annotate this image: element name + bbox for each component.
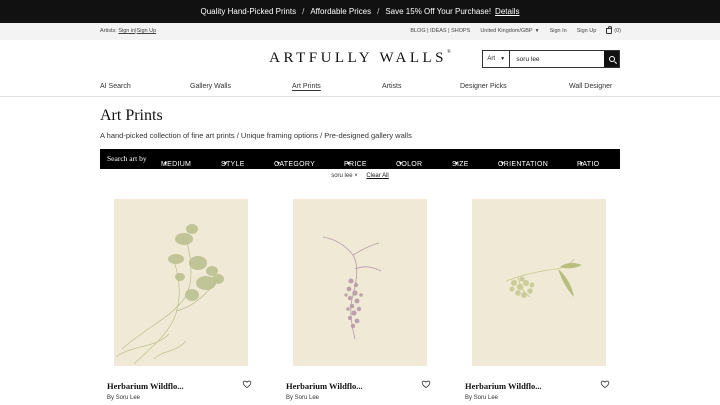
promo-separator: / <box>377 7 380 16</box>
caret-down-icon: ▼ <box>276 161 282 167</box>
nav-designer-picks[interactable]: Designer Picks <box>460 83 507 90</box>
promo-item-discount: Save 15% Off Your Purchase! <box>385 7 492 16</box>
cart-count: (0) <box>614 28 621 34</box>
promo-details-link[interactable]: Details <box>495 7 519 16</box>
nav-gallery-walls[interactable]: Gallery Walls <box>190 83 231 90</box>
product-artist[interactable]: By Soru Lee <box>107 395 140 401</box>
plant-stems <box>322 236 382 340</box>
nav-artists[interactable]: Artists <box>382 83 401 90</box>
promo-separator: / <box>302 7 305 16</box>
product-name[interactable]: Herbarium Wildflo... <box>286 381 363 391</box>
filter-orientation-label: ORIENTATION <box>498 161 549 168</box>
cart-button[interactable]: (0) <box>606 26 621 34</box>
logo-text: ARTFULLY WALLS <box>269 50 448 66</box>
flower-cluster <box>509 276 535 298</box>
promo-item-prices: Affordable Prices <box>310 7 372 16</box>
caret-down-icon: ▼ <box>346 161 352 167</box>
heart-icon[interactable] <box>242 379 252 389</box>
botanical-illustration <box>505 258 582 298</box>
sign-in-link[interactable]: Sign In <box>550 28 567 34</box>
artists-label: Artists: <box>100 28 117 34</box>
main-nav: AI Search Gallery Walls Art Prints Artis… <box>0 77 720 97</box>
heart-icon[interactable] <box>600 379 610 389</box>
clear-all-link[interactable]: Clear All <box>366 173 388 179</box>
page-title: Art Prints <box>100 107 163 124</box>
nav-art-prints[interactable]: Art Prints <box>292 83 321 90</box>
utility-right: BLOG | IDEAS | SHOPS United Kingdom/GBP ▼… <box>410 26 621 34</box>
heart-icon[interactable] <box>421 379 431 389</box>
active-filters: soru lee × Clear All <box>0 173 720 179</box>
caret-down-icon: ▼ <box>163 161 169 167</box>
caret-down-icon: ▼ <box>500 161 506 167</box>
artwork-image[interactable] <box>472 199 606 366</box>
caret-down-icon: ▼ <box>398 161 404 167</box>
nav-wall-designer[interactable]: Wall Designer <box>569 83 612 90</box>
filter-label: Search art by <box>107 154 147 163</box>
search-box: Art ▼ <box>482 50 620 68</box>
search-icon <box>608 56 615 62</box>
registered-mark: ® <box>447 50 451 55</box>
botanical-illustration <box>322 236 382 340</box>
product-artist[interactable]: By Soru Lee <box>465 395 498 401</box>
botanical-illustration <box>115 224 224 365</box>
caret-down-icon: ▼ <box>454 161 460 167</box>
product-artist[interactable]: By Soru Lee <box>286 395 319 401</box>
filter-chip-soru-lee[interactable]: soru lee × <box>331 173 358 179</box>
promo-bar: Quality Hand-Picked Prints / Affordable … <box>0 0 720 23</box>
product-name[interactable]: Herbarium Wildflo... <box>107 381 184 391</box>
sign-up-link[interactable]: Sign Up <box>577 28 597 34</box>
page-subtitle: A hand-picked collection of fine art pri… <box>100 131 412 140</box>
artist-sign-in-link[interactable]: Sign in <box>118 28 135 34</box>
product-card[interactable]: Herbarium Wildflo... By Soru Lee <box>107 199 252 401</box>
search-input[interactable] <box>510 51 605 67</box>
chevron-down-icon: ▼ <box>534 28 540 34</box>
shopping-bag-icon <box>606 26 613 34</box>
utility-bar: Artists: Sign in|Sign Up BLOG | IDEAS | … <box>0 23 720 40</box>
locale-selector[interactable]: United Kingdom/GBP ▼ <box>480 28 539 34</box>
plant-leaves <box>168 224 224 301</box>
product-card[interactable]: Herbarium Wildflo... By Soru Lee <box>286 199 431 401</box>
artwork-image[interactable] <box>293 199 427 366</box>
caret-down-icon: ▼ <box>223 161 229 167</box>
promo-item-quality: Quality Hand-Picked Prints <box>200 7 297 16</box>
nav-ai-search[interactable]: AI Search <box>100 83 131 90</box>
product-card[interactable]: Herbarium Wildflo... By Soru Lee <box>465 199 610 401</box>
product-name[interactable]: Herbarium Wildflo... <box>465 381 542 391</box>
chevron-down-icon: ▼ <box>500 56 506 62</box>
search-category-select[interactable]: Art ▼ <box>483 51 511 67</box>
blog-ideas-shops-links[interactable]: BLOG | IDEAS | SHOPS <box>410 28 470 34</box>
artwork-image[interactable] <box>114 199 248 366</box>
locale-label: United Kingdom/GBP <box>480 28 533 34</box>
artist-account-links: Artists: Sign in|Sign Up <box>100 28 156 34</box>
search-button[interactable] <box>604 51 619 67</box>
filter-bar: Search art by MEDIUM ▼ STYLE ▼ CATEGORY ▼ P… <box>100 149 620 169</box>
flower-clusters <box>344 278 363 329</box>
artist-sign-up-link[interactable]: Sign Up <box>137 28 157 34</box>
search-category-value: Art <box>487 56 496 62</box>
caret-down-icon: ▼ <box>579 161 585 167</box>
